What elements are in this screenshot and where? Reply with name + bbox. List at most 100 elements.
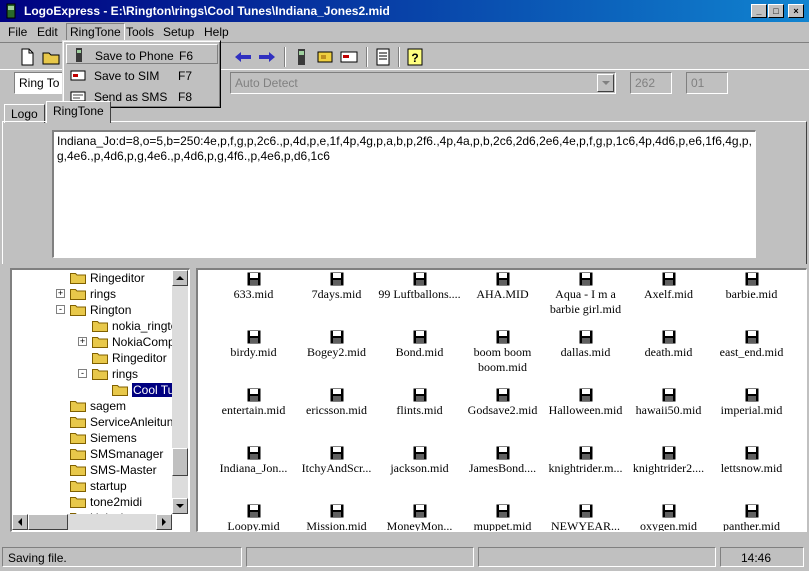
phone-icon[interactable] [290, 46, 312, 68]
file-item[interactable]: lettsnow.mid [710, 446, 793, 476]
file-name: Loopy.mid [227, 519, 280, 532]
file-item[interactable]: panther.mid [710, 504, 793, 531]
tab-ringtone[interactable]: RingTone [46, 101, 111, 123]
file-item[interactable]: Bogey2.mid [295, 330, 378, 360]
folder-tree[interactable]: Ringeditor rings + Rington - nokia_ringto Noki… [10, 268, 190, 532]
file-item[interactable]: knightrider2.... [627, 446, 710, 476]
file-name: death.mid [644, 345, 693, 359]
floppy-disk-icon [745, 388, 758, 402]
file-name: Axelf.mid [644, 287, 693, 301]
file-item[interactable]: Loopy.mid [212, 504, 295, 532]
file-item[interactable]: east_end.mid [710, 330, 793, 360]
floppy-disk-icon [330, 446, 343, 460]
file-item[interactable]: NEWYEAR... [544, 504, 627, 531]
file-item[interactable]: ItchyAndScr... [295, 446, 378, 476]
close-button[interactable]: × [788, 4, 804, 18]
file-item[interactable]: Mission.mid [295, 504, 378, 531]
tree-horizontal-scrollbar[interactable] [12, 514, 172, 530]
number-field-1[interactable]: 262 [630, 72, 672, 94]
file-name: dallas.mid [560, 345, 611, 359]
menu-file[interactable]: File [8, 25, 27, 39]
minimize-button[interactable]: _ [751, 4, 767, 18]
file-item[interactable]: barbie.mid [710, 272, 793, 302]
file-item[interactable]: oxygen.mid [627, 504, 710, 531]
file-item[interactable]: knightrider.m... [544, 446, 627, 476]
menu-save-to-phone[interactable]: Save to Phone F6 [66, 44, 218, 64]
folder-icon [70, 401, 86, 412]
file-item[interactable]: Aqua - I m a barbie girl.mid [544, 272, 627, 317]
number-field-2[interactable]: 01 [686, 72, 728, 94]
file-list[interactable]: 633.mid 7days.mid 99 Luftballons.... AHA.MI… [196, 268, 807, 532]
tree-vertical-scrollbar[interactable] [172, 270, 188, 514]
menu-setup[interactable]: Setup [163, 25, 194, 39]
file-item[interactable]: Godsave2.mid [461, 388, 544, 418]
file-item[interactable]: imperial.mid [710, 388, 793, 418]
scroll-up-icon[interactable] [172, 270, 188, 286]
file-item[interactable]: Indiana_Jon... [212, 446, 295, 476]
open-folder-icon[interactable] [40, 46, 62, 68]
floppy-disk-icon [496, 388, 509, 402]
file-item[interactable]: AHA.MID [461, 272, 544, 302]
maximize-button[interactable]: □ [768, 4, 784, 18]
tree-expander[interactable]: + [56, 289, 65, 298]
tree-item-label: nokia_ringto [112, 319, 178, 333]
scroll-left-icon[interactable] [12, 514, 28, 530]
menu-tools[interactable]: Tools [126, 25, 154, 39]
file-item[interactable]: boom boom boom.mid [461, 330, 544, 375]
file-item[interactable]: flints.mid [378, 388, 461, 418]
ringtone-text-area[interactable]: Indiana_Jo:d=8,o=5,b=250:4e,p,f,g,p,2c6.… [52, 130, 756, 258]
tree-expander[interactable]: - [56, 305, 65, 314]
menu-item-label: Save to SIM [94, 69, 160, 83]
folder-icon [70, 305, 86, 316]
file-item[interactable]: Bond.mid [378, 330, 461, 360]
menu-edit[interactable]: Edit [37, 25, 58, 39]
menu-save-to-sim[interactable]: Save to SIM F7 [66, 65, 218, 85]
arrow-right-icon[interactable] [256, 46, 278, 68]
file-item[interactable]: birdy.mid [212, 330, 295, 360]
detect-combo[interactable]: Auto Detect [230, 72, 616, 94]
help-icon[interactable]: ? [404, 46, 426, 68]
scroll-thumb[interactable] [28, 514, 68, 530]
file-item[interactable]: muppet.mid [461, 504, 544, 531]
new-file-icon[interactable] [16, 46, 38, 68]
sim-card-icon[interactable] [314, 46, 336, 68]
file-item[interactable]: Halloween.mid [544, 388, 627, 418]
tree-item-label: SMS-Master [90, 463, 157, 477]
file-item[interactable]: hawaii50.mid [627, 388, 710, 418]
floppy-disk-icon [247, 330, 260, 344]
properties-icon[interactable] [372, 46, 394, 68]
file-item[interactable]: 99 Luftballons.... [378, 272, 461, 302]
status-cell-2 [246, 547, 474, 567]
tree-item-label: tone2midi [90, 495, 143, 509]
file-item[interactable]: death.mid [627, 330, 710, 360]
file-name: jackson.mid [390, 461, 449, 475]
file-item[interactable]: MoneyMon... [378, 504, 461, 531]
scroll-thumb[interactable] [172, 448, 188, 476]
chevron-down-icon[interactable] [597, 74, 614, 92]
file-item[interactable]: 633.mid [212, 272, 295, 302]
floppy-disk-icon [662, 446, 675, 460]
tree-expander[interactable]: - [78, 369, 87, 378]
detect-combo-value: Auto Detect [235, 76, 298, 90]
file-item[interactable]: jackson.mid [378, 446, 461, 476]
scroll-down-icon[interactable] [172, 498, 188, 514]
scroll-right-icon[interactable] [156, 514, 172, 530]
type-combo[interactable]: Ring To [14, 72, 64, 94]
folder-icon [70, 449, 86, 460]
tree-item-label: sagem [90, 399, 127, 413]
floppy-disk-icon [745, 272, 758, 286]
tree-expander[interactable]: + [78, 337, 87, 346]
file-item[interactable]: dallas.mid [544, 330, 627, 360]
file-item[interactable]: entertain.mid [212, 388, 295, 418]
floppy-disk-icon [413, 504, 426, 518]
file-item[interactable]: JamesBond.... [461, 446, 544, 476]
arrow-left-icon[interactable] [232, 46, 254, 68]
file-item[interactable]: ericsson.mid [295, 388, 378, 418]
file-item[interactable]: Axelf.mid [627, 272, 710, 302]
file-item[interactable]: 7days.mid [295, 272, 378, 302]
file-name: knightrider2.... [632, 461, 705, 475]
menu-help[interactable]: Help [204, 25, 229, 39]
menu-ringtone[interactable]: RingTone [66, 23, 125, 41]
floppy-disk-icon [662, 330, 675, 344]
sms-icon[interactable] [338, 46, 360, 68]
